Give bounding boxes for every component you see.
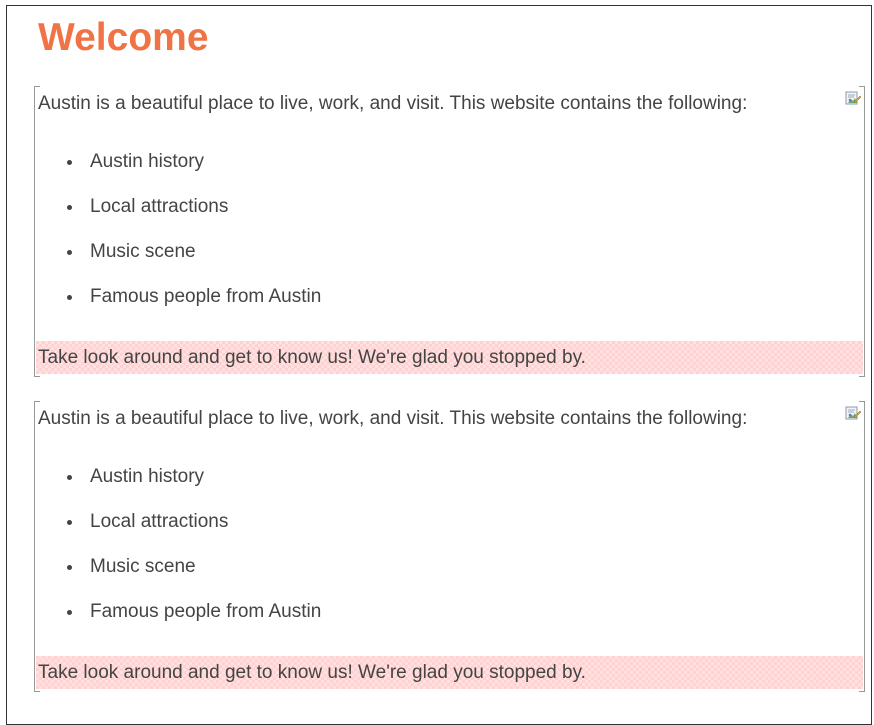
list-item-label: Famous people from Austin [90,286,322,307]
list-item-label: Austin history [90,151,205,172]
intro-text: Austin is a beautiful place to live, wor… [38,93,748,114]
list-item-label: Music scene [90,556,196,577]
list-item: Local attractions [34,195,321,240]
list-item: Music scene [34,240,321,285]
intro-text: Austin is a beautiful place to live, wor… [38,408,748,429]
list-item: Music scene [34,555,321,600]
bullet [67,250,72,255]
list-item-label: Austin history [90,466,205,487]
list-item: Austin history [34,150,321,195]
bullet [67,475,72,480]
list-item: Famous people from Austin [34,285,321,330]
feature-list: Austin history Local attractions Music s… [34,150,321,330]
list-item-label: Music scene [90,241,196,262]
list-item: Famous people from Austin [34,600,321,645]
page-title: Welcome [38,16,209,59]
content-block[interactable]: Austin is a beautiful place to live, wor… [34,401,865,692]
list-item-label: Local attractions [90,511,229,532]
feature-list: Austin history Local attractions Music s… [34,465,321,645]
list-item: Austin history [34,465,321,510]
bullet [67,205,72,210]
bullet [67,295,72,300]
broken-image-icon [845,405,862,421]
closing-highlight: Take look around and get to know us! We'… [36,656,863,689]
list-item: Local attractions [34,510,321,555]
bullet [67,520,72,525]
list-item-label: Local attractions [90,196,229,217]
content-block[interactable]: Austin is a beautiful place to live, wor… [34,86,865,377]
list-item-label: Famous people from Austin [90,601,322,622]
bullet [67,160,72,165]
broken-image-icon [845,90,862,106]
bullet [67,610,72,615]
bullet [67,565,72,570]
closing-highlight: Take look around and get to know us! We'… [36,341,863,374]
